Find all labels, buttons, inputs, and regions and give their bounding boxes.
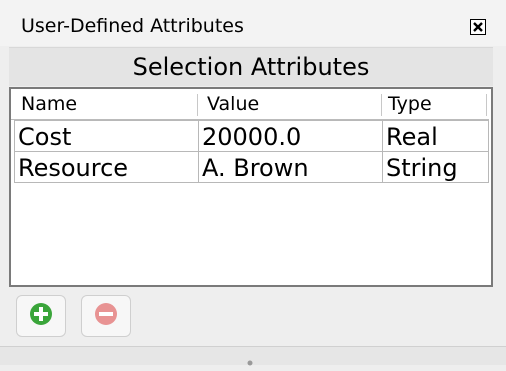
close-icon (473, 22, 483, 32)
column-header-type[interactable]: Type (381, 89, 489, 119)
attributes-table: Name Value Type Cost 20000.0 Real Resour… (9, 87, 493, 287)
cell-name[interactable]: Cost (14, 120, 199, 152)
table-row[interactable]: Cost 20000.0 Real (14, 120, 490, 152)
table-row[interactable]: Resource A. Brown String (14, 151, 490, 183)
window-title: User-Defined Attributes (21, 15, 244, 37)
table-header: Name Value Type (11, 89, 489, 120)
cell-type[interactable]: String (382, 151, 489, 183)
add-attribute-button[interactable] (16, 295, 66, 337)
cell-value[interactable]: 20000.0 (198, 120, 383, 152)
column-header-value[interactable]: Value (197, 89, 383, 119)
column-divider (486, 94, 487, 116)
cell-type[interactable]: Real (382, 120, 489, 152)
grip-handle-icon (246, 352, 254, 366)
plus-circle-icon (29, 302, 53, 330)
column-header-name[interactable]: Name (11, 89, 197, 119)
resize-grip[interactable] (0, 346, 506, 366)
section-title: Selection Attributes (9, 47, 493, 86)
cell-name[interactable]: Resource (14, 151, 199, 183)
minus-circle-icon (94, 302, 118, 330)
close-button[interactable] (470, 19, 486, 35)
title-bar: User-Defined Attributes (0, 0, 506, 46)
cell-value[interactable]: A. Brown (198, 151, 383, 183)
remove-attribute-button[interactable] (81, 295, 131, 337)
